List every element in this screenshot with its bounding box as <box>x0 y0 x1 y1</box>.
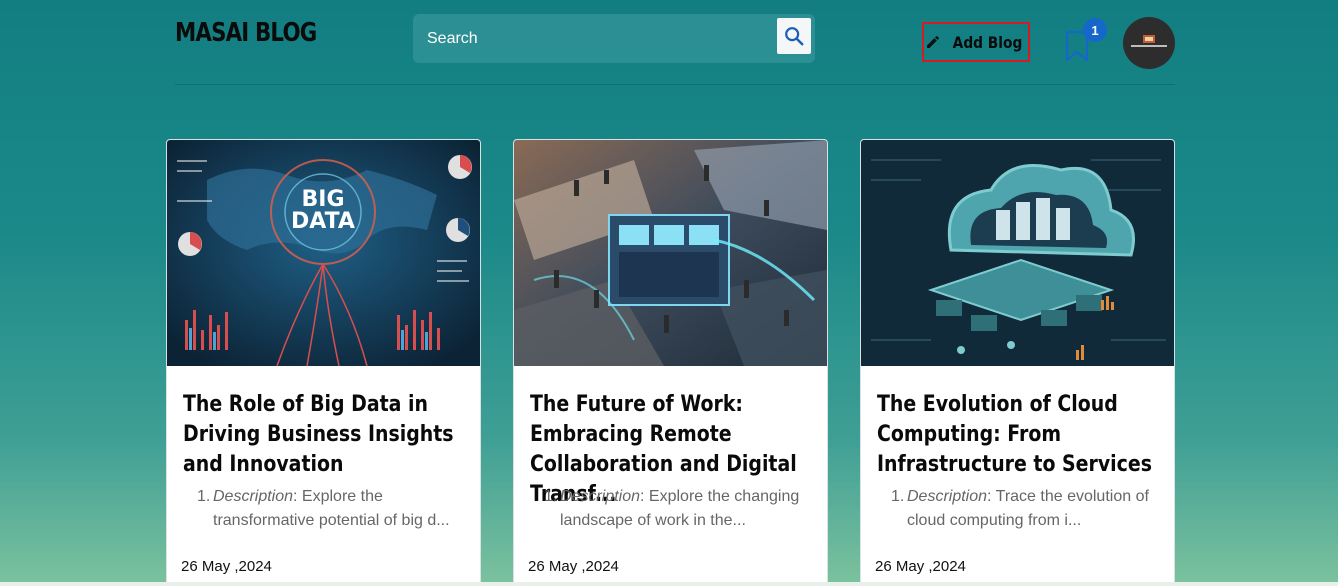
pencil-icon <box>926 35 939 48</box>
blog-card-description: 1. Description: Explore the changing land… <box>544 485 820 533</box>
blog-card-date: 26 May ,2024 <box>181 558 272 575</box>
description-number: 1. <box>544 488 558 505</box>
top-navbar: MASAI BLOG Add Blog 1 <box>0 0 1338 86</box>
blog-card-image: BIG DATA <box>167 140 480 366</box>
search-icon <box>785 27 804 46</box>
description-number: 1. <box>891 488 905 505</box>
page-bottom-edge <box>0 582 1338 586</box>
blog-card-title[interactable]: The Evolution of Cloud Computing: From I… <box>877 390 1161 480</box>
description-label: Description <box>213 488 294 505</box>
add-blog-label: Add Blog <box>952 32 1022 52</box>
blog-card-image <box>861 140 1174 366</box>
search-bar <box>413 14 815 63</box>
header-divider <box>175 84 1175 85</box>
blog-card[interactable]: The Future of Work: Embracing Remote Col… <box>513 139 828 586</box>
blog-card-date: 26 May ,2024 <box>528 558 619 575</box>
description-label: Description <box>907 488 988 505</box>
blog-card-title[interactable]: The Role of Big Data in Driving Business… <box>183 390 467 480</box>
blog-card[interactable]: The Evolution of Cloud Computing: From I… <box>860 139 1175 586</box>
avatar-logo <box>1131 35 1167 47</box>
blog-card-image <box>514 140 827 366</box>
description-label: Description <box>560 488 641 505</box>
image-text-data: DATA <box>291 209 355 234</box>
description-number: 1. <box>197 488 211 505</box>
user-avatar[interactable] <box>1123 17 1175 69</box>
bookmark-count-badge: 1 <box>1083 18 1107 42</box>
site-logo[interactable]: MASAI BLOG <box>175 18 317 48</box>
add-blog-button[interactable]: Add Blog <box>922 22 1030 62</box>
blog-card[interactable]: BIG DATA The Role of Big Data in Driving… <box>166 139 481 586</box>
blog-card-date: 26 May ,2024 <box>875 558 966 575</box>
blog-card-description: 1. Description: Explore the transformativ… <box>197 485 473 533</box>
search-input[interactable] <box>427 26 777 52</box>
blog-card-description: 1. Description: Trace the evolution of cl… <box>891 485 1167 533</box>
search-button[interactable] <box>777 18 811 54</box>
